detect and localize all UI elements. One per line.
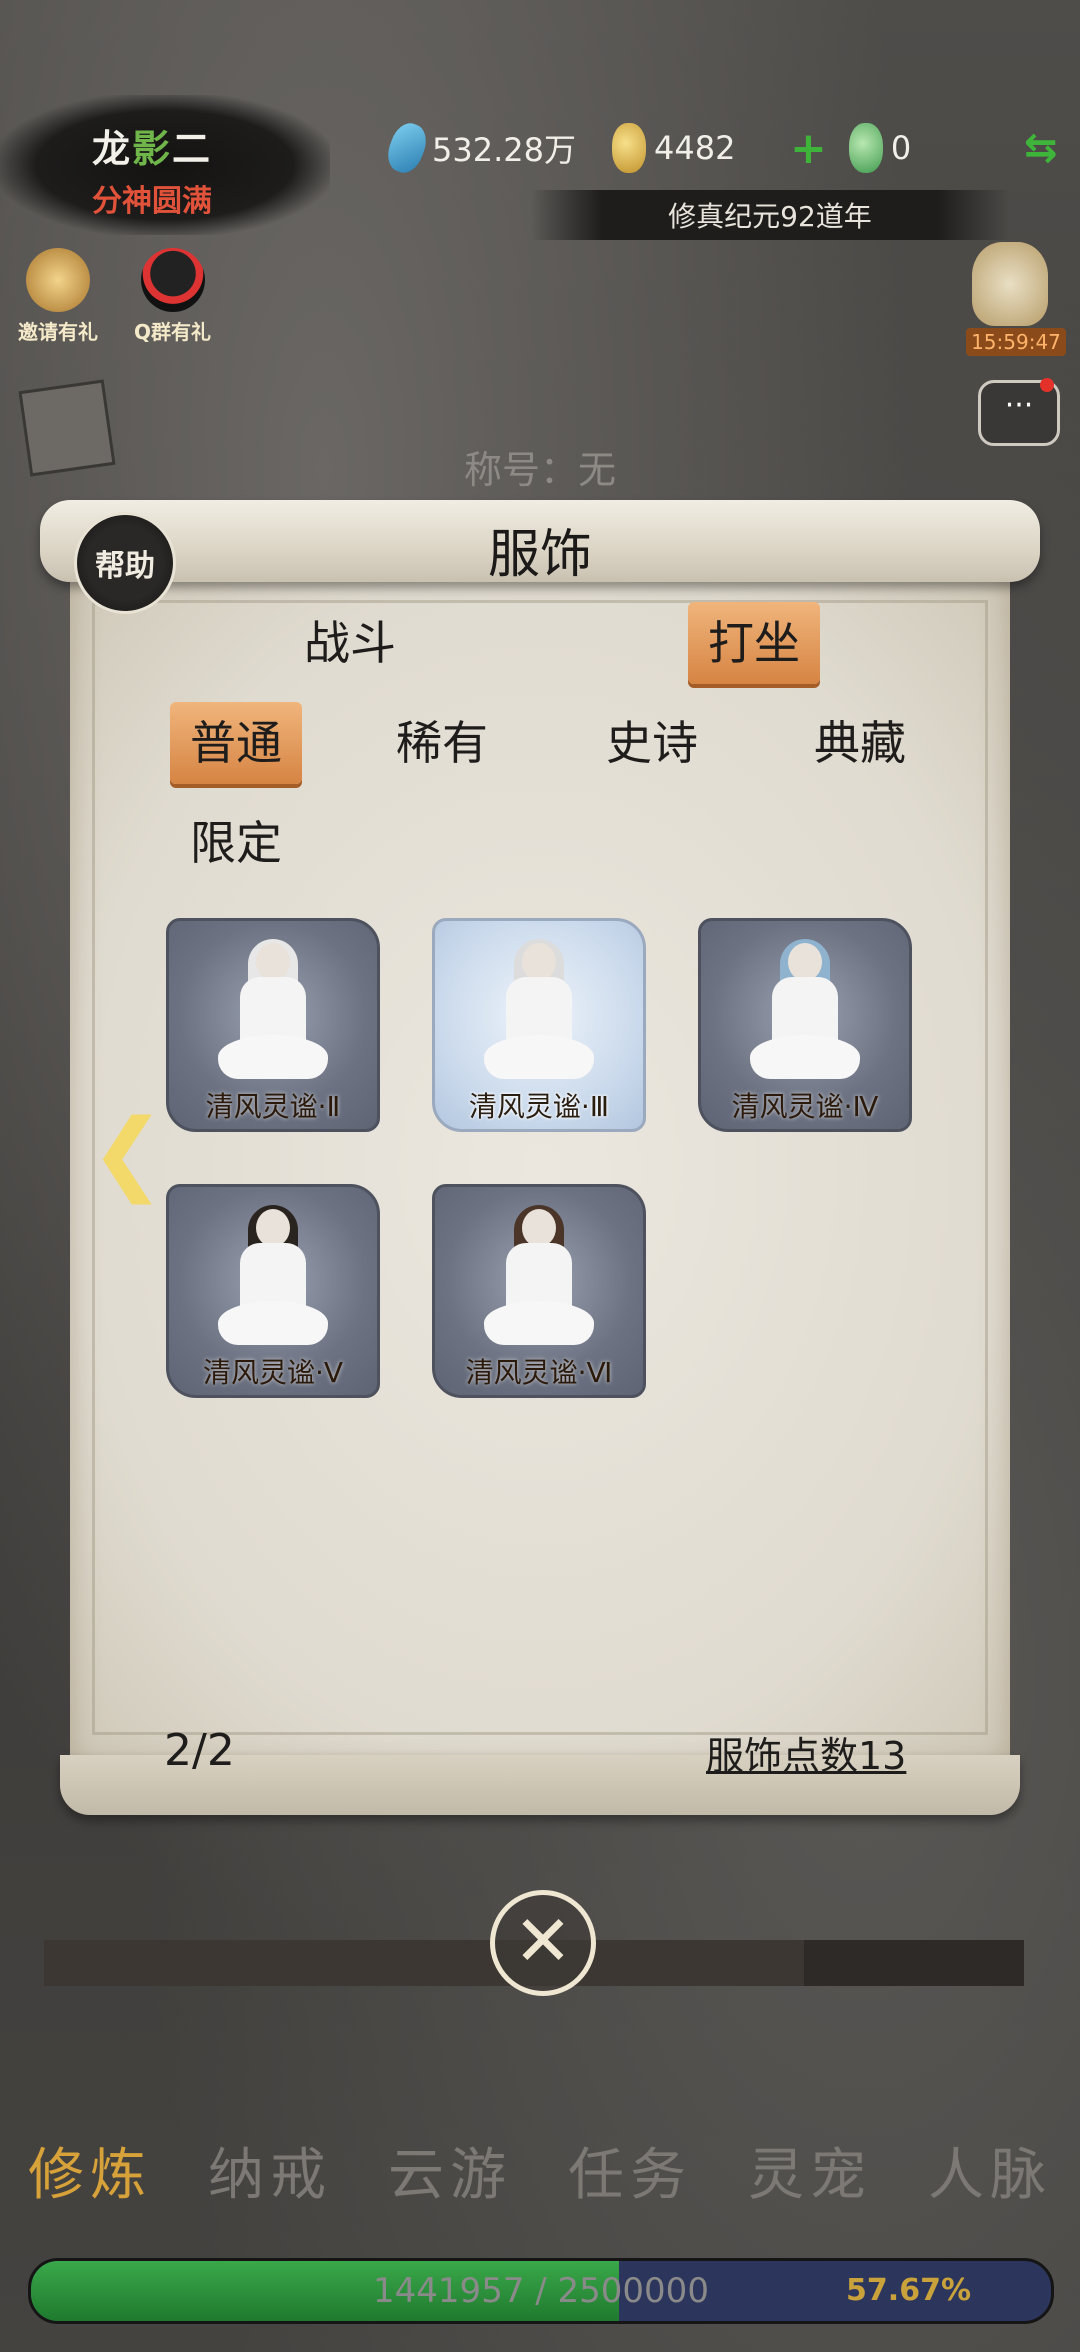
rarity-tab-limited[interactable]: 限定	[170, 802, 302, 884]
experience-percent: 57.67%	[846, 2273, 971, 2308]
costume-item-label: 清风灵谧·Ⅵ	[465, 1356, 613, 1389]
jade-value: 0	[890, 129, 912, 167]
gold-ingot-icon	[612, 123, 646, 173]
qq-penguin-icon	[140, 248, 205, 312]
rarity-tab-common[interactable]: 普通	[170, 702, 302, 784]
close-button[interactable]: ✕	[490, 1890, 596, 1996]
invite-gift-button[interactable]: 邀请有礼	[18, 248, 98, 345]
nav-connections[interactable]: 人脉	[928, 2130, 1052, 2210]
rarity-tab-rare[interactable]: 稀有	[376, 702, 508, 784]
era-banner: 修真纪元92道年	[530, 190, 1010, 240]
spirit-stone-icon	[382, 118, 432, 178]
reward-timer: 15:59:47	[966, 328, 1066, 356]
gold-value: 4482	[654, 129, 736, 167]
nav-cultivate[interactable]: 修炼	[28, 2130, 152, 2210]
previous-page-arrow-icon[interactable]: ❮	[90, 1100, 165, 1205]
player-name: 龙影二	[92, 118, 212, 173]
costume-panel: 帮助 服饰 战斗 打坐 普通 稀有 史诗 典藏 限定 清风灵谧·Ⅱ 清风灵谧·Ⅲ…	[40, 500, 1040, 1855]
costume-item[interactable]: 清风灵谧·Ⅳ	[698, 918, 912, 1132]
player-name-suffix: 二	[172, 126, 213, 171]
costume-figure	[218, 939, 328, 1083]
costume-item-label: 清风灵谧·Ⅲ	[468, 1090, 610, 1123]
panel-title: 服饰	[487, 525, 592, 585]
costume-item-label: 清风灵谧·Ⅳ	[731, 1090, 879, 1123]
nav-tasks[interactable]: 任务	[568, 2130, 692, 2210]
costume-figure	[484, 1205, 594, 1349]
add-jade-button[interactable]: +	[790, 123, 827, 174]
qq-group-label: Q群有礼	[134, 320, 212, 344]
page-indicator: 2/2	[164, 1725, 235, 1776]
player-name-mark: 影	[132, 126, 173, 171]
cultivation-realm: 分神圆满	[92, 184, 212, 219]
costume-figure	[218, 1205, 328, 1349]
costume-item[interactable]: 清风灵谧·Ⅵ	[432, 1184, 646, 1398]
reward-bag-icon[interactable]	[972, 242, 1048, 326]
costume-item-label: 清风灵谧·Ⅱ	[205, 1090, 341, 1123]
costume-item[interactable]: 清风灵谧·Ⅱ	[166, 918, 380, 1132]
player-name-prefix: 龙	[92, 126, 133, 171]
nav-storage-ring[interactable]: 纳戒	[208, 2130, 332, 2210]
costume-item[interactable]: 清风灵谧·Ⅴ	[166, 1184, 380, 1398]
tab-combat[interactable]: 战斗	[284, 602, 416, 684]
chat-notification-dot	[1040, 378, 1054, 392]
gold-counter: 4482	[612, 123, 736, 173]
tab-meditation[interactable]: 打坐	[688, 602, 820, 684]
title-display: 称号：无	[463, 448, 616, 492]
costume-item-selected[interactable]: 清风灵谧·Ⅲ	[432, 918, 646, 1132]
invite-gift-icon	[26, 248, 90, 312]
bottom-nav: 修炼 纳戒 云游 任务 灵宠 人脉	[0, 2130, 1080, 2210]
invite-gift-label: 邀请有礼	[18, 320, 98, 344]
costume-figure	[484, 939, 594, 1083]
spirit-stone-counter: 532.28万	[382, 118, 576, 178]
costume-item-label: 清风灵谧·Ⅴ	[202, 1356, 344, 1389]
costume-figure	[750, 939, 860, 1083]
jade-counter: + 0	[790, 123, 912, 174]
swap-icon[interactable]: ⇆	[1024, 125, 1058, 171]
experience-bar: 1441957 / 2500000 57.67%	[28, 2258, 1054, 2324]
rarity-tab-epic[interactable]: 史诗	[586, 702, 718, 784]
costume-points-link[interactable]: 服饰点数13	[706, 1725, 906, 1780]
nav-travel[interactable]: 云游	[388, 2130, 512, 2210]
rarity-tab-collection[interactable]: 典藏	[794, 702, 926, 784]
spirit-stone-value: 532.28万	[432, 131, 576, 169]
nav-pets[interactable]: 灵宠	[748, 2130, 872, 2210]
jade-icon	[848, 123, 883, 173]
qq-group-button[interactable]: Q群有礼	[134, 248, 211, 345]
